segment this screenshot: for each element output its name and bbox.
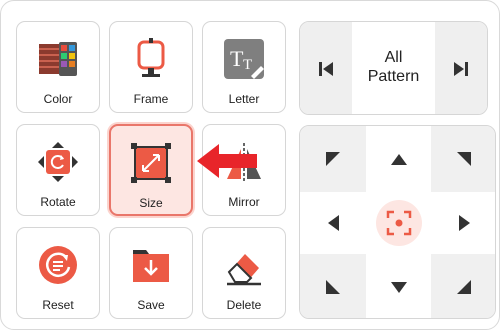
arrow-up-left-icon	[326, 152, 340, 166]
embroidery-hoop-icon	[137, 38, 165, 77]
svg-text:T: T	[230, 46, 244, 71]
direction-pad	[299, 125, 496, 319]
pointer-arrow-icon	[197, 144, 257, 178]
skip-next-icon	[454, 62, 468, 76]
move-up-left-button[interactable]	[300, 126, 366, 192]
rotate-icon	[38, 142, 78, 182]
letter-tool-label: Letter	[228, 92, 260, 106]
size-tool-label: Size	[139, 196, 163, 210]
reset-tool-button[interactable]: Reset	[16, 227, 100, 319]
color-tool-label: Color	[43, 92, 73, 106]
reset-icon	[39, 246, 77, 284]
previous-pattern-button[interactable]	[300, 22, 352, 114]
center-button[interactable]	[366, 192, 431, 254]
arrow-right-icon	[458, 215, 470, 231]
move-down-right-button[interactable]	[431, 254, 495, 318]
move-left-button[interactable]	[300, 192, 366, 254]
color-tool-button[interactable]: Color	[16, 21, 100, 113]
rotate-tool-label: Rotate	[40, 195, 76, 209]
delete-tool-button[interactable]: Delete	[202, 227, 286, 319]
save-tool-label: Save	[137, 298, 165, 312]
size-tool-button[interactable]: Size	[109, 124, 193, 216]
move-up-button[interactable]	[366, 126, 431, 192]
arrow-down-right-icon	[457, 280, 471, 294]
skip-previous-icon	[319, 62, 333, 76]
save-folder-icon	[133, 250, 169, 282]
center-button-bg	[375, 200, 422, 246]
pattern-label-line2: Pattern	[367, 68, 420, 85]
arrow-down-icon	[390, 281, 407, 293]
move-down-left-button[interactable]	[300, 254, 366, 318]
arrow-down-left-icon	[326, 280, 340, 294]
next-pattern-button[interactable]	[435, 22, 487, 114]
arrow-up-icon	[390, 153, 407, 165]
pattern-label: All Pattern	[352, 48, 435, 86]
reset-tool-label: Reset	[42, 298, 74, 312]
rotate-tool-button[interactable]: Rotate	[16, 124, 100, 216]
letter-text-icon: T T	[224, 39, 264, 79]
resize-icon	[131, 143, 171, 183]
center-focus-icon	[386, 210, 411, 236]
delete-tool-label: Delete	[226, 298, 262, 312]
frame-tool-button[interactable]: Frame	[109, 21, 193, 113]
save-tool-button[interactable]: Save	[109, 227, 193, 319]
frame-tool-label: Frame	[133, 92, 169, 106]
eraser-icon	[227, 254, 261, 286]
editor-panel: Color Frame T T Letter Rotate Size Mirro…	[0, 0, 500, 330]
pattern-selector: All Pattern	[299, 21, 488, 115]
svg-text:T: T	[243, 57, 252, 73]
move-right-button[interactable]	[431, 192, 495, 254]
letter-tool-button[interactable]: T T Letter	[202, 21, 286, 113]
move-up-right-button[interactable]	[431, 126, 495, 192]
move-down-button[interactable]	[366, 254, 431, 318]
pattern-label-line1: All	[384, 49, 403, 66]
color-palette-icon	[39, 42, 77, 76]
mirror-tool-label: Mirror	[228, 195, 260, 209]
arrow-up-right-icon	[457, 152, 471, 166]
arrow-left-icon	[327, 215, 339, 231]
